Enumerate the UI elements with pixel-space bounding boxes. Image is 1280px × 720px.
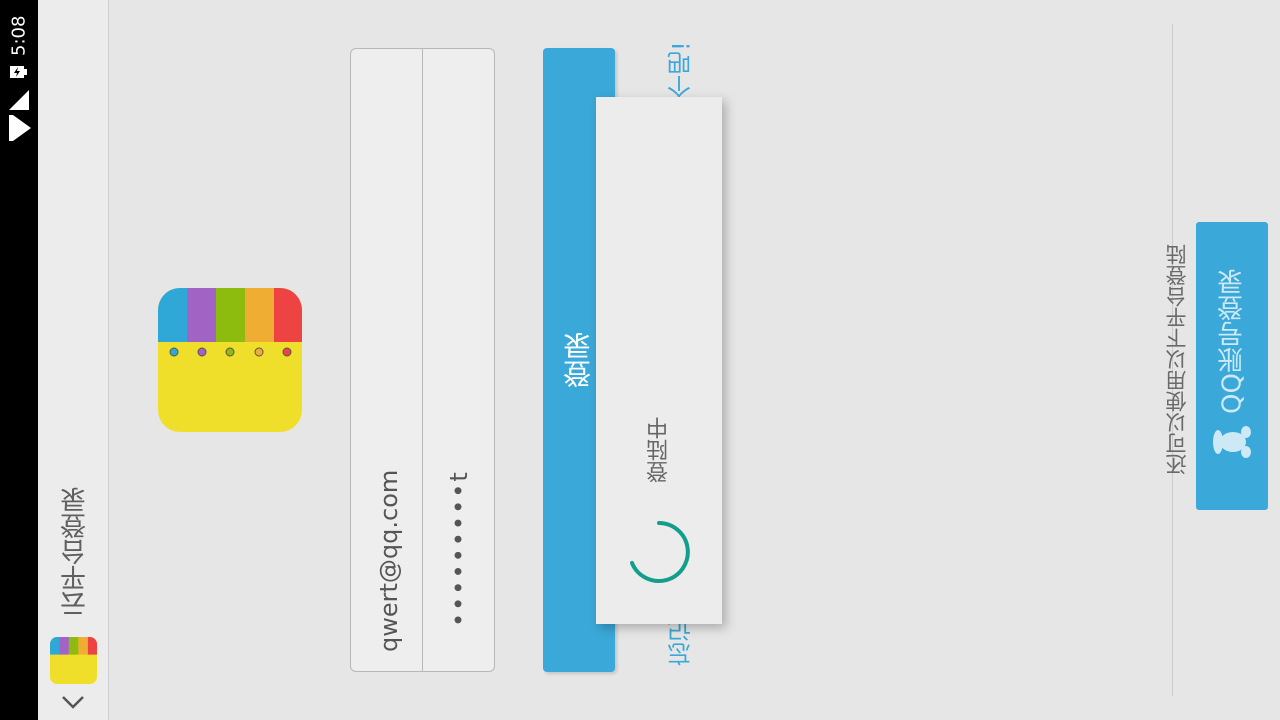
qq-penguin-icon (1212, 422, 1254, 462)
signal-icon (9, 90, 29, 112)
status-time: 5:08 (8, 15, 30, 57)
input-divider (422, 48, 423, 672)
app-logo-icon (50, 637, 97, 684)
wifi-icon (6, 114, 32, 142)
loading-spinner-icon (626, 519, 692, 585)
chevron-icon[interactable] (60, 690, 86, 714)
app-logo-icon (158, 288, 302, 432)
other-login-prompt: 还可以使用以下平台登陆 (1165, 244, 1189, 476)
battery-charging-icon (10, 64, 28, 80)
password-field[interactable]: •••••••••t (444, 470, 474, 652)
register-link[interactable]: 个吧! (664, 40, 698, 100)
qq-login-label: QQ账号登录 (1217, 269, 1248, 415)
email-field[interactable]: qwert@qq.com (372, 470, 406, 652)
page-title: 云平台登录 (60, 487, 91, 618)
loading-message: 登陆中 (647, 417, 672, 483)
